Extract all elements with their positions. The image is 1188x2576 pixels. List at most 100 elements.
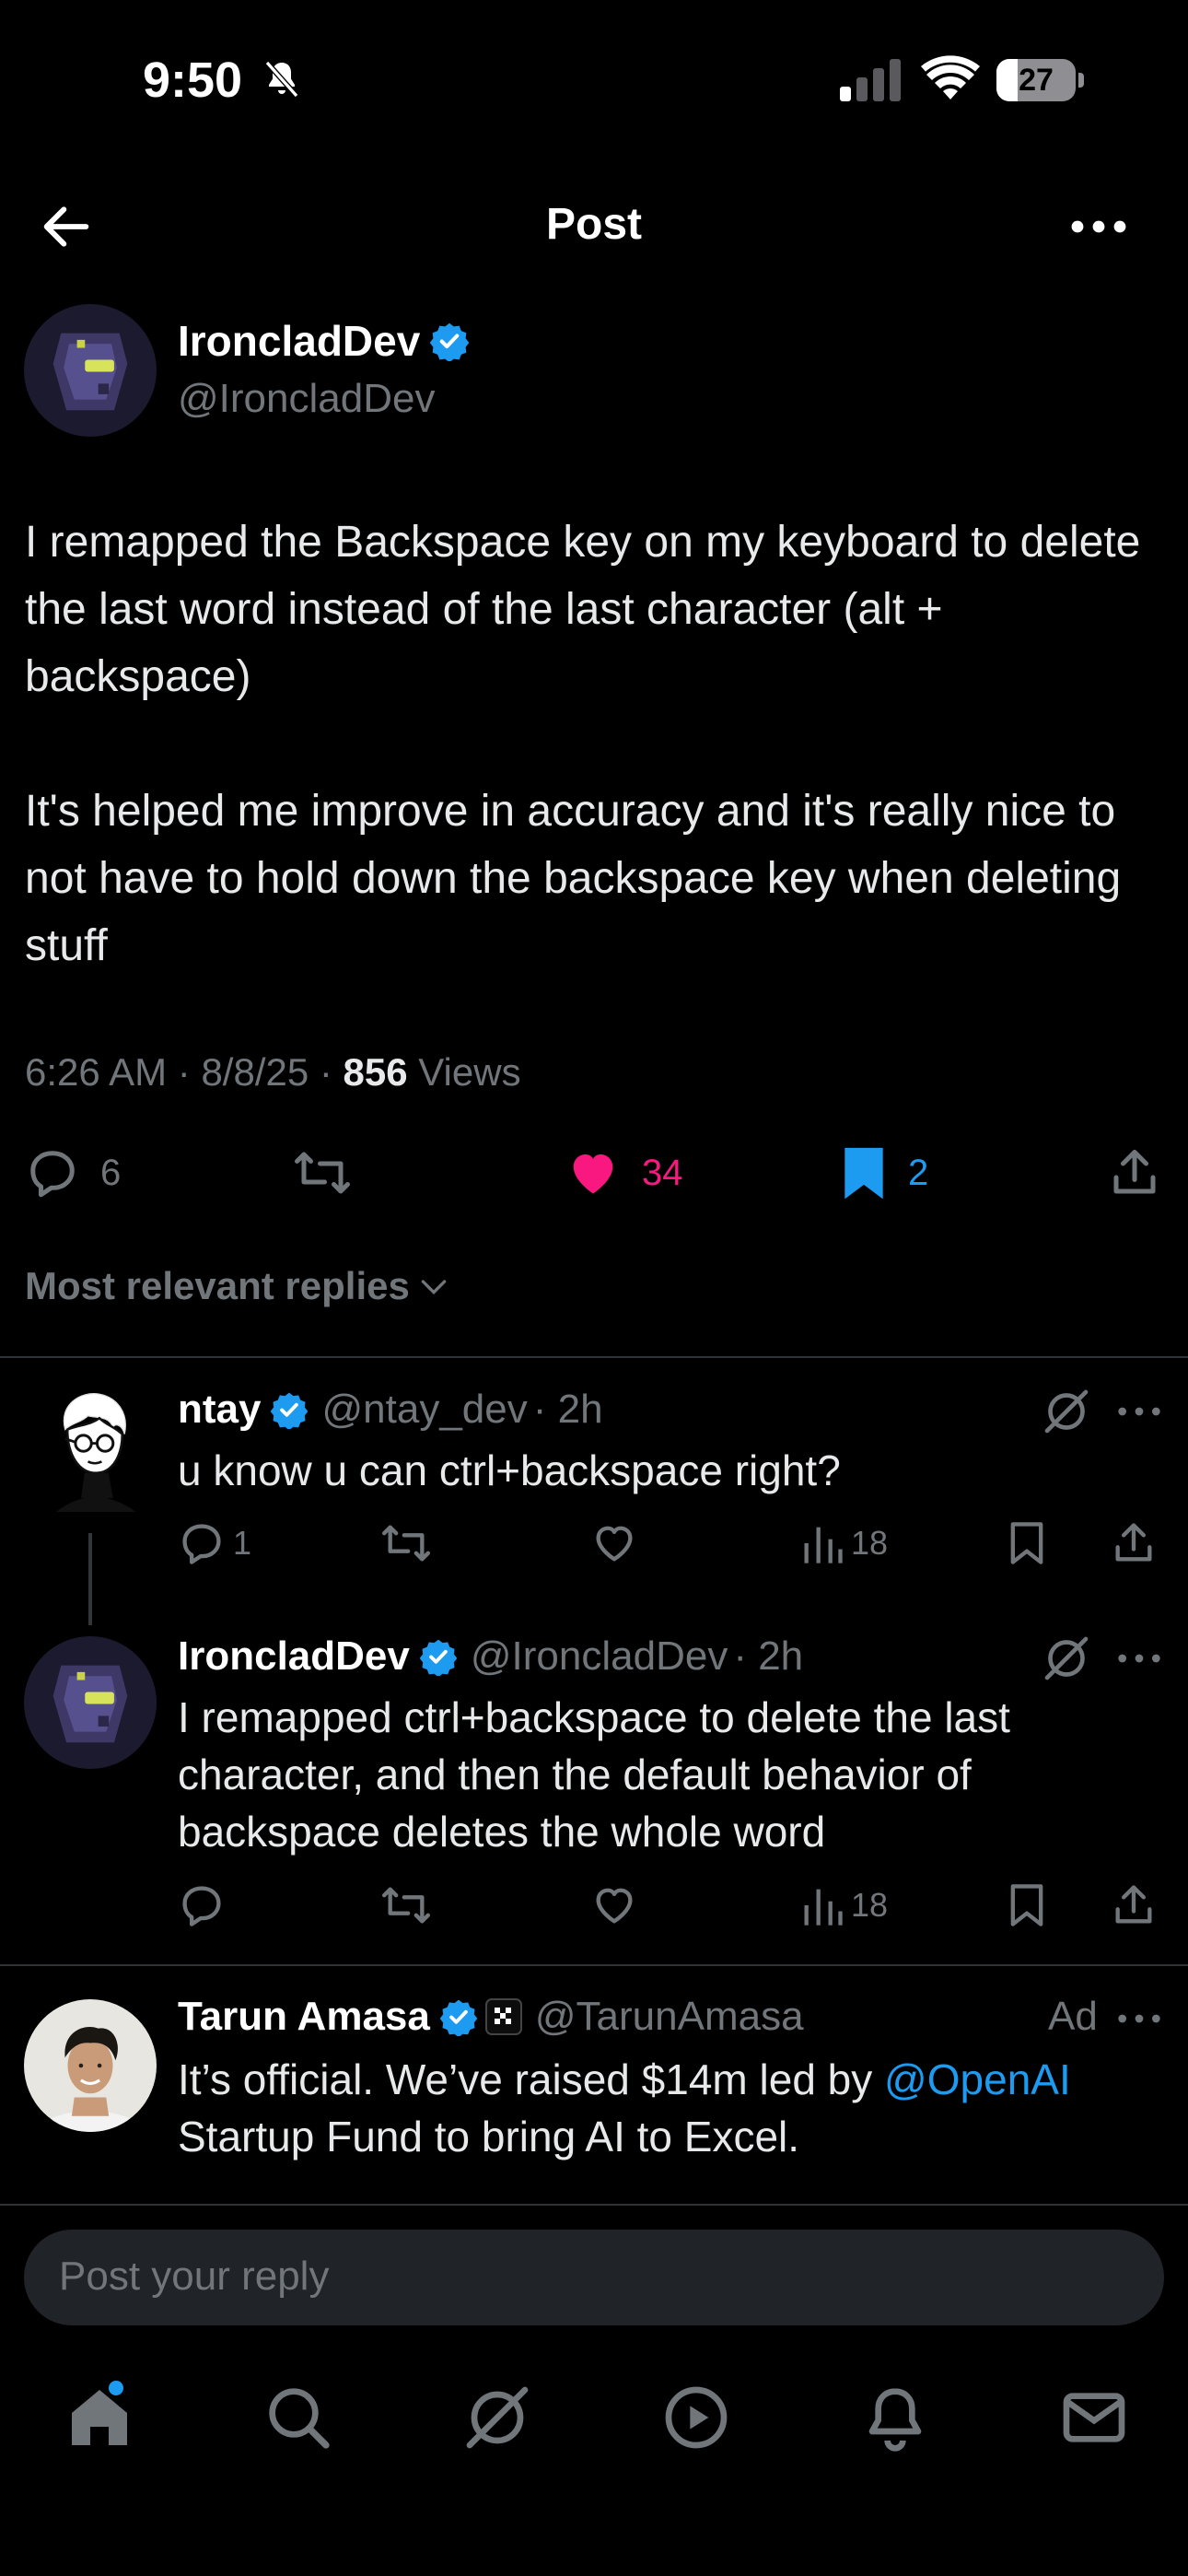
nav-messages[interactable] (1057, 2381, 1131, 2454)
grok-icon[interactable] (1041, 1386, 1092, 1437)
heart-icon (573, 1154, 613, 1194)
page-title: Post (545, 200, 642, 249)
nav-home[interactable] (63, 2381, 136, 2454)
repost-button[interactable] (379, 1879, 433, 1931)
bell-icon (868, 2388, 922, 2452)
signal-icon (840, 59, 901, 101)
heart-icon (596, 1526, 633, 1562)
mail-icon (1063, 2393, 1125, 2442)
more-icon[interactable] (1116, 1640, 1162, 1677)
repost-icon (381, 1887, 430, 1924)
bell-slash-icon (264, 61, 299, 98)
like-button[interactable]: 34 (565, 1142, 683, 1203)
like-button[interactable] (589, 1517, 639, 1569)
ad-text-before: It’s official. We’ve raised $14m led by (178, 2055, 885, 2103)
reply-avatar[interactable] (24, 1636, 157, 1769)
reply-action-bar: 1 18 (0, 1517, 1188, 1569)
reply-text: I remapped ctrl+backspace to delete the … (178, 1693, 1010, 1856)
reply-input[interactable]: Post your reply (24, 2230, 1164, 2325)
reply-name-row: ntay @ntay_dev · 2h (178, 1387, 603, 1433)
bottom-nav (0, 2359, 1188, 2469)
battery-percent: 27 (1019, 63, 1054, 98)
ad-text-after: Startup Fund to bring AI to Excel. (178, 2113, 800, 2160)
author-handle[interactable]: @IroncladDev (178, 376, 435, 422)
reply-button[interactable] (178, 1879, 226, 1931)
battery-indicator: 27 (996, 59, 1085, 101)
reply-button[interactable]: 1 (178, 1517, 251, 1569)
reply-action-bar: 18 (0, 1879, 1188, 1931)
nav-grok[interactable] (460, 2381, 534, 2454)
author-avatar[interactable] (24, 304, 157, 437)
sort-replies-dropdown[interactable]: Most relevant replies (25, 1264, 452, 1308)
repost-button[interactable] (379, 1517, 433, 1569)
verified-icon (419, 1639, 458, 1676)
reply-display-name[interactable]: ntay (178, 1387, 261, 1433)
play-icon (665, 2386, 728, 2449)
views-count: 18 (851, 1886, 889, 1924)
repost-button[interactable] (291, 1142, 354, 1203)
nav-search[interactable] (262, 2381, 335, 2454)
reply-count: 6 (100, 1152, 122, 1193)
post-action-bar: 6 34 2 (0, 1142, 1188, 1203)
reply-handle[interactable]: @ntay_dev (321, 1387, 527, 1433)
ad-text: It’s official. We’ve raised $14m led by … (178, 2051, 1154, 2165)
share-button[interactable] (1107, 1142, 1162, 1203)
views-count: 18 (851, 1524, 889, 1562)
bookmark-icon (1010, 1522, 1043, 1564)
more-icon[interactable] (1116, 1393, 1162, 1430)
share-icon (1115, 1523, 1152, 1562)
ad-mention-link[interactable]: @OpenAI (884, 2055, 1071, 2103)
share-button[interactable] (1110, 1517, 1158, 1569)
post-time: 6:26 AM (25, 1050, 168, 1094)
views-label: Views (418, 1050, 521, 1094)
reply-icon (30, 1151, 75, 1198)
views-icon (804, 1889, 843, 1926)
nav-video[interactable] (659, 2381, 733, 2454)
verified-icon (430, 322, 470, 361)
ad-handle[interactable]: @TarunAmasa (535, 1994, 804, 2040)
grok-icon[interactable] (1041, 1633, 1092, 1684)
views-button[interactable]: 18 (801, 1879, 888, 1931)
divider (0, 1964, 1188, 1966)
post-meta: 6:26 AM · 8/8/25 · 856 Views (25, 1050, 521, 1094)
reply-display-name[interactable]: IroncladDev (178, 1633, 410, 1680)
reply-icon (182, 1886, 221, 1926)
verified-icon (439, 1999, 478, 2036)
views-count[interactable]: 856 (344, 1050, 408, 1094)
divider (0, 1356, 1188, 1358)
chevron-down-icon (421, 1280, 447, 1295)
more-icon[interactable] (1068, 201, 1129, 252)
ad-display-name[interactable]: Tarun Amasa (178, 1994, 430, 2040)
top-bar: Post (0, 175, 1188, 286)
author-name-row: IroncladDev (178, 316, 470, 366)
bookmark-button[interactable]: 2 (840, 1142, 928, 1203)
reply-name-row: IroncladDev @IroncladDev · 2h (178, 1633, 803, 1680)
more-icon[interactable] (1116, 2000, 1162, 2037)
reply-icon (182, 1524, 221, 1564)
repost-icon (381, 1525, 430, 1562)
bookmark-button[interactable] (1004, 1517, 1050, 1569)
nav-notifications[interactable] (858, 2381, 932, 2454)
reply-time: · 2h (532, 1387, 603, 1432)
like-button[interactable] (589, 1879, 639, 1931)
home-icon (72, 2390, 127, 2445)
wifi-icon (921, 55, 980, 100)
reply-placeholder: Post your reply (59, 2254, 330, 2299)
affiliate-badge-icon (484, 1998, 522, 2035)
share-button[interactable] (1110, 1879, 1158, 1931)
share-icon (1113, 1150, 1156, 1194)
views-icon (804, 1527, 843, 1563)
bookmark-button[interactable] (1004, 1879, 1050, 1931)
author-display-name[interactable]: IroncladDev (178, 316, 420, 366)
reply-handle[interactable]: @IroncladDev (471, 1633, 728, 1680)
heart-icon (596, 1888, 633, 1924)
reply-count: 1 (233, 1524, 252, 1562)
views-button[interactable]: 18 (801, 1517, 888, 1569)
reply-avatar[interactable] (33, 1384, 147, 1516)
ad-avatar[interactable] (24, 1999, 157, 2132)
reply-button[interactable]: 6 (25, 1142, 121, 1203)
ad-name-row: Tarun Amasa @TarunAmasa (178, 1994, 804, 2040)
post-date: 8/8/25 (201, 1050, 309, 1094)
reply-time: · 2h (733, 1633, 804, 1679)
like-count: 34 (642, 1152, 683, 1193)
